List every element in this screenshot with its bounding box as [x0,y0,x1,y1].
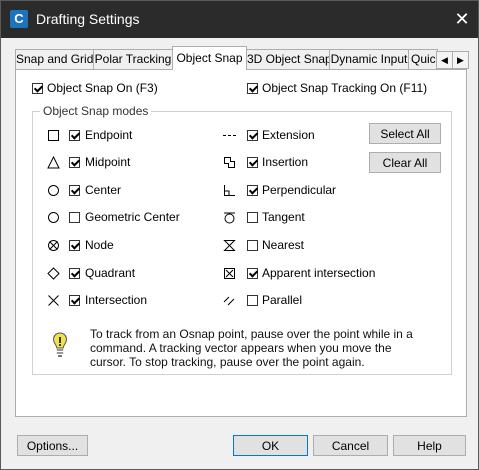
geometric-center-checkbox[interactable] [69,212,80,223]
tangent-icon [224,212,235,224]
tab-polar-tracking[interactable]: Polar Tracking [93,49,173,69]
quadrant-icon [47,267,60,280]
geometric-center-label: Geometric Center [85,210,180,224]
tab-scroll-left-icon[interactable]: ◀ [436,51,453,69]
intersection-checkbox[interactable] [69,295,80,306]
center-icon [48,185,59,196]
midpoint-label: Midpoint [85,155,131,169]
extension-label: Extension [262,128,315,142]
quadrant-label: Quadrant [85,266,136,280]
tangent-checkbox[interactable] [247,212,258,223]
tab-snap-and-grid[interactable]: Snap and Grid [15,49,94,69]
center-label: Center [85,183,122,197]
node-label: Node [85,238,114,252]
perpendicular-checkbox[interactable] [247,185,258,196]
endpoint-checkbox[interactable] [69,130,80,141]
nearest-icon [223,240,236,251]
insertion-icon [224,157,235,168]
endpoint-icon [48,130,59,141]
insertion-label: Insertion [262,155,309,169]
nearest-label: Nearest [262,238,305,252]
object-snap-on-checkbox[interactable] [32,83,43,94]
perpendicular-label: Perpendicular [262,183,337,197]
parallel-icon [223,296,235,306]
tab-3d-object-snap[interactable]: 3D Object Snap [246,49,330,69]
help-button[interactable]: Help [393,435,466,456]
node-icon [48,240,59,251]
insertion-checkbox[interactable] [247,157,258,168]
dialog-title: Drafting Settings [36,11,140,27]
object-snap-on-label: Object Snap On (F3) [47,81,158,95]
tab-dynamic-input[interactable]: Dynamic Input [329,49,409,69]
cancel-button[interactable]: Cancel [313,435,388,456]
tab-quick-properties[interactable]: Quic [408,49,438,69]
tangent-label: Tangent [262,210,305,224]
close-icon[interactable]: ✕ [450,7,474,31]
geometric-center-icon [48,212,59,223]
midpoint-icon [47,156,60,169]
node-checkbox[interactable] [69,240,80,251]
intersection-icon [48,295,59,306]
object-snap-panel: Object Snap On (F3) Object Snap Tracking… [15,69,467,417]
app-logo-icon: C [10,10,28,28]
tab-scroll-right-icon[interactable]: ▶ [452,51,469,69]
endpoint-label: Endpoint [85,128,133,142]
apparent-intersection-label: Apparent intersection [262,266,376,280]
select-all-button[interactable]: Select All [369,123,441,144]
options-button[interactable]: Options... [17,435,88,456]
center-checkbox[interactable] [69,185,80,196]
apparent-intersection-checkbox[interactable] [247,268,258,279]
clear-all-button[interactable]: Clear All [369,152,441,173]
nearest-checkbox[interactable] [247,240,258,251]
tracking-info-text: To track from an Osnap point, pause over… [90,327,413,369]
perpendicular-icon [224,185,235,196]
object-snap-tracking-checkbox[interactable] [247,83,258,94]
parallel-checkbox[interactable] [247,295,258,306]
extension-icon [223,135,236,136]
midpoint-checkbox[interactable] [69,157,80,168]
object-snap-tracking-label: Object Snap Tracking On (F11) [262,81,428,95]
ok-button[interactable]: OK [233,435,308,456]
lightbulb-icon [52,332,68,357]
title-bar: C Drafting Settings ✕ [1,1,478,38]
tab-object-snap[interactable]: Object Snap [172,46,247,70]
object-snap-modes-legend: Object Snap modes [40,104,152,118]
extension-checkbox[interactable] [247,130,258,141]
drafting-settings-dialog: C Drafting Settings ✕ Snap and Grid Pola… [0,0,479,470]
intersection-label: Intersection [85,293,148,307]
parallel-label: Parallel [262,293,303,307]
apparent-intersection-icon [224,268,235,279]
quadrant-checkbox[interactable] [69,268,80,279]
